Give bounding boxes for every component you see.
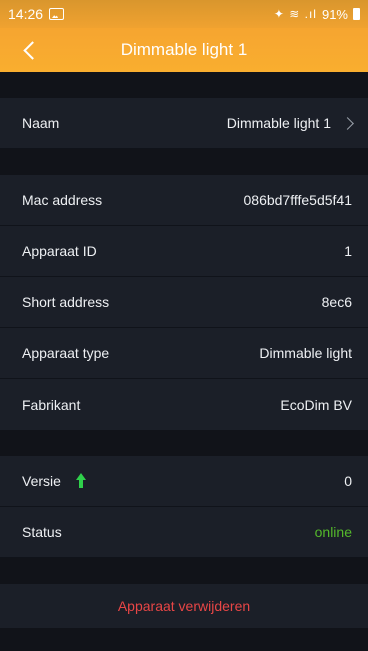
info-row-short-address: Short address 8ec6 bbox=[0, 277, 368, 328]
info-row-device-id: Apparaat ID 1 bbox=[0, 226, 368, 277]
version-value: 0 bbox=[344, 473, 352, 489]
battery-percent: 91% bbox=[321, 6, 348, 22]
status-badge: online bbox=[314, 524, 352, 540]
status-bar: 14:26 ✦ ≋ .ıl 91% bbox=[0, 0, 368, 28]
section-spacer bbox=[0, 149, 368, 175]
info-label: Short address bbox=[22, 294, 110, 310]
info-row-mac-address: Mac address 086bd7fffe5d5f41 bbox=[0, 175, 368, 226]
signal-icon: ✦ ≋ .ıl bbox=[273, 7, 317, 21]
info-label: Apparaat ID bbox=[22, 243, 97, 259]
version-label: Versie bbox=[22, 473, 61, 489]
name-label: Naam bbox=[22, 115, 60, 131]
delete-device-button[interactable]: Apparaat verwijderen bbox=[0, 584, 368, 628]
name-row[interactable]: Naam Dimmable light 1 bbox=[0, 98, 368, 149]
info-value: 8ec6 bbox=[321, 294, 352, 310]
battery-icon bbox=[353, 8, 360, 20]
section-spacer bbox=[0, 430, 368, 456]
info-value: 1 bbox=[344, 243, 352, 259]
version-row[interactable]: Versie 0 bbox=[0, 456, 368, 507]
info-row-manufacturer: Fabrikant EcoDim BV bbox=[0, 379, 368, 430]
status-row: Status online bbox=[0, 507, 368, 558]
app-header: Dimmable light 1 bbox=[0, 28, 368, 72]
info-label: Apparaat type bbox=[22, 345, 110, 361]
gallery-icon bbox=[49, 8, 65, 20]
section-spacer bbox=[0, 72, 368, 98]
info-label: Mac address bbox=[22, 192, 103, 208]
status-label: Status bbox=[22, 524, 62, 540]
info-value: 086bd7fffe5d5f41 bbox=[243, 192, 353, 208]
info-row-device-type: Apparaat type Dimmable light bbox=[0, 328, 368, 379]
back-button[interactable] bbox=[18, 38, 42, 62]
arrow-up-icon[interactable] bbox=[75, 473, 87, 489]
status-time: 14:26 bbox=[8, 6, 44, 22]
info-value: Dimmable light bbox=[259, 345, 352, 361]
section-spacer bbox=[0, 558, 368, 584]
info-value: EcoDim BV bbox=[280, 396, 352, 413]
chevron-left-icon bbox=[23, 40, 42, 60]
name-value: Dimmable light 1 bbox=[226, 115, 331, 131]
chevron-right-icon bbox=[341, 116, 354, 130]
page-title: Dimmable light 1 bbox=[120, 40, 248, 59]
device-info-list: Mac address 086bd7fffe5d5f41 Apparaat ID… bbox=[0, 175, 368, 430]
device-detail-screen: 14:26 ✦ ≋ .ıl 91% Dimmable light 1 Naam … bbox=[0, 0, 368, 651]
info-label: Fabrikant bbox=[22, 396, 81, 413]
